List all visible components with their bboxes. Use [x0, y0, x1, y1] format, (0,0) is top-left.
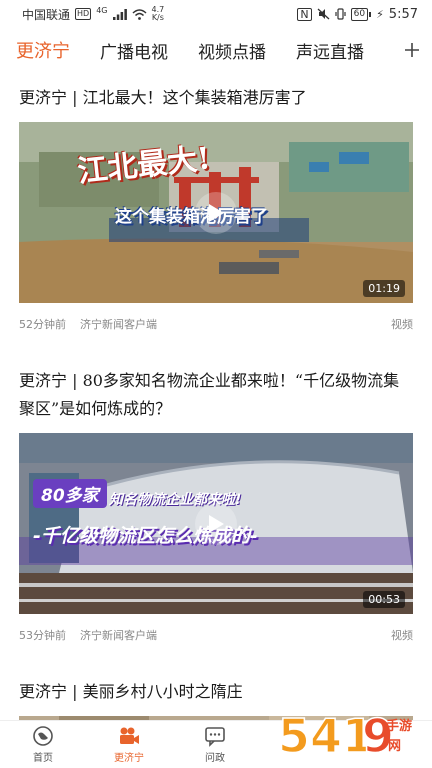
speed-unit: K/s [151, 13, 164, 22]
nav-home[interactable]: 首页 [0, 721, 86, 768]
time-ago: 52分钟前 [19, 318, 66, 331]
article-card[interactable]: 更济宁 | 80多家知名物流企业都来啦！“千亿级物流集聚区”是如何炼成的？ 80… [0, 355, 432, 656]
article-card[interactable]: 更济宁 | 江北最大！这个集装箱港厉害了 江北最大! 这个集装箱港厉害了 01:… [0, 72, 432, 345]
article-meta: 53分钟前 济宁新闻客户端 视频 [19, 614, 413, 656]
news-feed[interactable]: 更济宁 | 江北最大！这个集装箱港厉害了 江北最大! 这个集装箱港厉害了 01:… [0, 72, 432, 720]
svg-text:网: 网 [388, 739, 401, 754]
signal-bars-icon [112, 8, 127, 20]
watermark-logo: 541 9 手游 网 [277, 708, 412, 764]
nav-gengjining-label: 更济宁 [114, 753, 144, 764]
tab-gengjining[interactable]: 更济宁 [16, 37, 70, 63]
article-title[interactable]: 更济宁 | 80多家知名物流企业都来啦！“千亿级物流集聚区”是如何炼成的？ [19, 355, 413, 423]
mute-icon [317, 8, 330, 20]
vibrate-icon [335, 8, 346, 20]
plus-icon [405, 43, 419, 57]
globe-icon [33, 726, 53, 746]
svg-text:541: 541 [278, 709, 374, 763]
article-source: 济宁新闻客户端 [80, 318, 157, 331]
signal-icon: 4G [96, 5, 108, 15]
nav-gengjining[interactable]: 更济宁 [86, 721, 172, 768]
tab-live[interactable]: 声远直播 [296, 38, 364, 63]
battery-tip [369, 11, 372, 17]
video-duration: 01:19 [363, 280, 405, 297]
divider [0, 656, 432, 666]
article-meta: 52分钟前 济宁新闻客户端 视频 [19, 303, 413, 345]
video-camera-icon [120, 727, 139, 744]
play-icon [209, 514, 224, 533]
battery-level: 60 [350, 7, 369, 21]
tab-broadcast-tv[interactable]: 广播电视 [100, 38, 168, 63]
divider [0, 345, 432, 355]
content-type-label: 视频 [391, 318, 413, 331]
play-icon [209, 203, 224, 222]
video-thumbnail[interactable]: 江北最大! 这个集装箱港厉害了 01:19 [19, 122, 413, 303]
svg-text:9: 9 [362, 709, 394, 763]
battery-indicator: 60 [350, 7, 372, 21]
play-button[interactable] [195, 502, 237, 545]
charging-icon: ⚡ [376, 7, 384, 21]
article-title[interactable]: 更济宁 | 江北最大！这个集装箱港厉害了 [19, 72, 413, 112]
network-speed: 4.7 K/s [152, 6, 165, 22]
chat-icon [205, 727, 225, 747]
article-source: 济宁新闻客户端 [80, 629, 157, 642]
add-channel-button[interactable] [386, 30, 432, 70]
channel-tabs: 更济宁 广播电视 视频点播 声远直播 [0, 30, 432, 70]
video-duration: 00:53 [363, 591, 405, 608]
clock: 5:57 [388, 6, 418, 22]
overlay-badge: 80多家 [33, 479, 107, 508]
nfc-icon: N [297, 7, 312, 21]
tab-vod[interactable]: 视频点播 [198, 38, 266, 63]
status-bar: 中国联通 HD 4G 4.7 K/s N 60 ⚡ 5:57 [0, 0, 432, 28]
nav-wenzheng[interactable]: 问政 [172, 721, 258, 768]
carrier-label: 中国联通 [22, 7, 71, 22]
nav-home-label: 首页 [33, 753, 53, 764]
hd-badge: HD [75, 8, 92, 20]
time-ago: 53分钟前 [19, 629, 66, 642]
video-thumbnail[interactable]: 80多家 知名物流企业都来啦! -千亿级物流区怎么炼成的- 00:53 [19, 433, 413, 614]
svg-text:手游: 手游 [386, 718, 412, 734]
play-button[interactable] [195, 191, 237, 234]
nav-wenzheng-label: 问政 [205, 753, 225, 764]
content-type-label: 视频 [391, 629, 413, 642]
overlay-subheadline: 这个集装箱港厉害了 [115, 207, 268, 227]
wifi-icon [131, 8, 147, 20]
